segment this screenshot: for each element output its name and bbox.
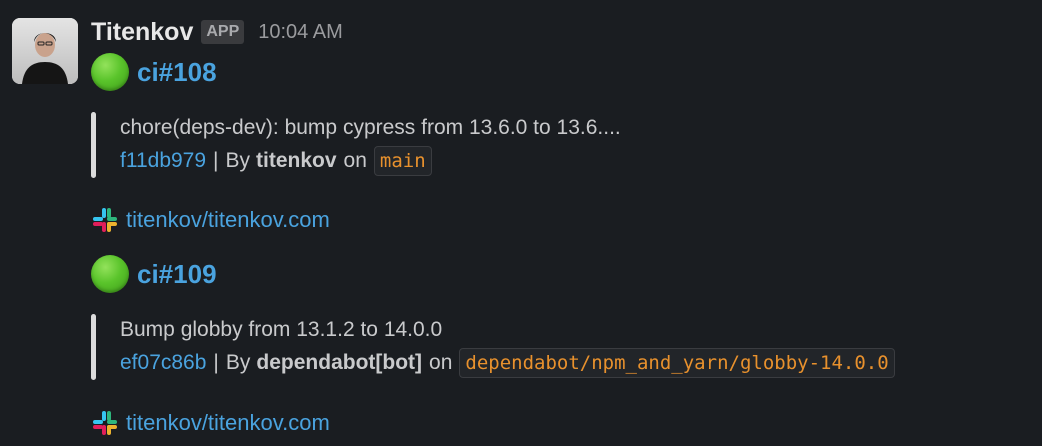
build-link[interactable]: ci#108 [137,57,217,88]
commit-meta-line: f11db979 | By titenkov on main [120,146,432,176]
message: Titenkov APP 10:04 AM ci#108 chore(deps-… [0,0,1042,446]
commit-sha-link[interactable]: ef07c86b [120,351,206,375]
sender-name[interactable]: Titenkov [91,18,193,47]
commit-message-line: chore(deps-dev): bump cypress from 13.6.… [120,116,621,140]
quote-bar [91,112,96,178]
by-label: By [225,149,251,172]
commit-message: chore(deps-dev): bump cypress from 13.6.… [120,116,621,139]
slack-icon [93,411,117,435]
on-label: on [343,149,367,172]
slack-icon [93,208,117,232]
on-label: on [429,351,453,374]
separator: | [213,149,219,172]
avatar-photo [12,18,78,84]
build-title-row: ci#108 [91,52,217,92]
repo-link[interactable]: titenkov/titenkov.com [126,410,330,436]
commit-quote: chore(deps-dev): bump cypress from 13.6.… [91,112,991,178]
branch-code: dependabot/npm_and_yarn/globby-14.0.0 [459,348,895,378]
commit-message: Bump globby from 13.1.2 to 14.0.0 [120,318,443,341]
quote-bar [91,314,96,380]
commit-meta-line: ef07c86b | By dependabot[bot] on dependa… [120,348,895,378]
green-circle-icon [91,255,129,293]
commit-message-line: Bump globby from 13.1.2 to 14.0.0 [120,318,442,342]
commit-author: titenkov [256,149,337,172]
build-link[interactable]: ci#109 [137,259,217,290]
by-label: By [225,351,251,374]
separator: | [213,351,219,374]
timestamp[interactable]: 10:04 AM [258,21,343,44]
avatar[interactable] [12,18,78,84]
commit-sha-link[interactable]: f11db979 [120,149,206,173]
repo-line: titenkov/titenkov.com [91,408,330,438]
repo-link[interactable]: titenkov/titenkov.com [126,207,330,233]
green-circle-icon [91,53,129,91]
commit-quote: Bump globby from 13.1.2 to 14.0.0 ef07c8… [91,314,991,380]
repo-line: titenkov/titenkov.com [91,205,330,235]
commit-author: dependabot[bot] [256,351,423,374]
branch-code: main [373,146,432,176]
message-header: Titenkov APP 10:04 AM [91,14,343,50]
build-title-row: ci#109 [91,254,217,294]
app-badge: APP [201,20,245,44]
